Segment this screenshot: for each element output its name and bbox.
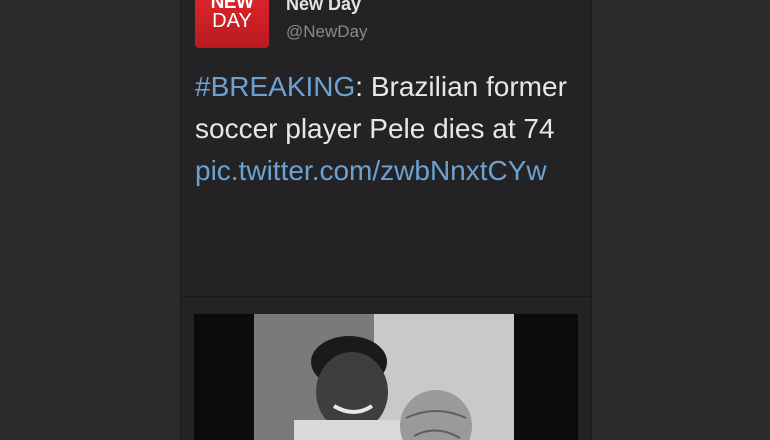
- divider: [180, 296, 592, 297]
- pele-photo: [254, 314, 514, 440]
- account-avatar[interactable]: NEW DAY: [195, 0, 269, 48]
- avatar-logo-line2: DAY: [212, 10, 252, 32]
- account-name[interactable]: New Day: [286, 0, 361, 15]
- media-link[interactable]: pic.twitter.com/zwbNnxtCYw: [195, 150, 565, 192]
- background-left: [0, 0, 180, 440]
- tweet-media[interactable]: [194, 314, 578, 440]
- photo-illustration: [254, 314, 514, 440]
- hashtag-link[interactable]: #BREAKING: [195, 71, 355, 102]
- tweet-card[interactable]: NEW DAY New Day @NewDay #BREAKING: Brazi…: [180, 0, 592, 440]
- background-right: [592, 0, 770, 440]
- account-handle[interactable]: @NewDay: [286, 22, 368, 42]
- tweet-text: #BREAKING: Brazilian former soccer playe…: [195, 66, 585, 192]
